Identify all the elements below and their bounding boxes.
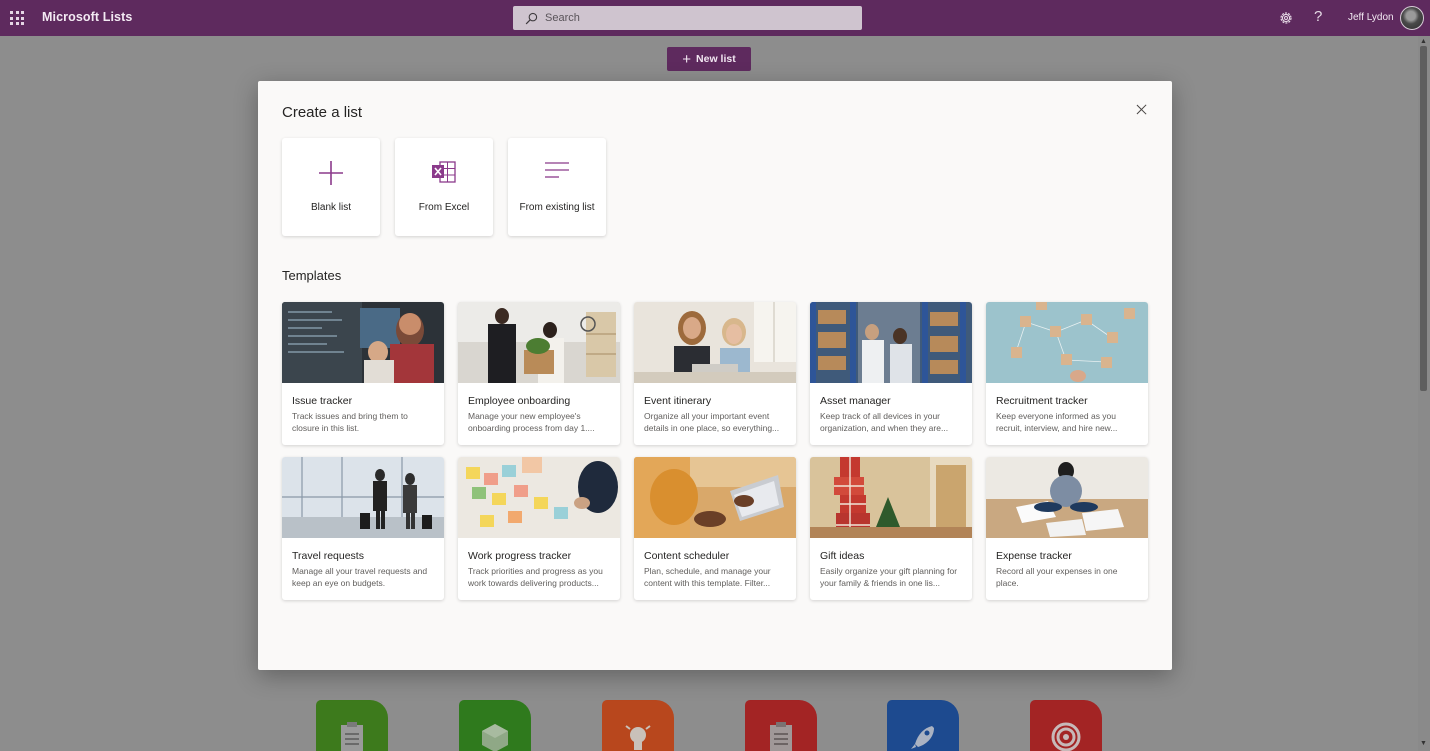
template-name: Recruitment tracker <box>996 395 1088 407</box>
search-icon <box>525 12 538 24</box>
template-card-recruitment-tracker[interactable]: Recruitment tracker Keep everyone inform… <box>986 302 1148 445</box>
avatar[interactable] <box>1400 6 1424 30</box>
template-image <box>458 457 620 538</box>
blank-list-label: Blank list <box>310 202 351 213</box>
new-list-label: New list <box>696 53 736 65</box>
template-image <box>634 302 796 383</box>
scroll-up-arrow-icon[interactable]: ▲ <box>1420 38 1427 45</box>
template-card-employee-onboarding[interactable]: Employee onboarding Manage your new empl… <box>458 302 620 445</box>
dialog-title: Create a list <box>282 104 363 121</box>
template-image <box>810 302 972 383</box>
template-name: Travel requests <box>292 550 364 562</box>
template-description: Easily organize your gift planning for y… <box>820 566 958 588</box>
template-image <box>986 457 1148 538</box>
list-app-icon-clipboard-red[interactable] <box>745 700 817 751</box>
app-title[interactable]: Microsoft Lists <box>42 10 132 24</box>
template-image <box>986 302 1148 383</box>
new-list-button[interactable]: + New list <box>667 47 751 71</box>
template-name: Issue tracker <box>292 395 353 407</box>
template-name: Work progress tracker <box>468 550 572 562</box>
template-card-asset-manager[interactable]: Asset manager Keep track of all devices … <box>810 302 972 445</box>
help-icon[interactable]: ? <box>1314 8 1322 25</box>
template-image <box>282 457 444 538</box>
from-excel-label: From Excel <box>418 202 470 213</box>
template-card-travel-requests[interactable]: Travel requests Manage all your travel r… <box>282 457 444 600</box>
create-list-dialog: Create a list Blank list From Excel From… <box>258 81 1172 670</box>
template-description: Organize all your important event detail… <box>644 411 780 433</box>
from-existing-list-button[interactable]: From existing list <box>508 138 606 236</box>
list-app-icon-lightbulb-orange[interactable] <box>602 700 674 751</box>
template-card-issue-tracker[interactable]: Issue tracker Track issues and bring the… <box>282 302 444 445</box>
template-description: Manage all your travel requests and keep… <box>292 566 428 588</box>
template-description: Plan, schedule, and manage your content … <box>644 566 771 588</box>
list-lines-icon <box>545 162 569 178</box>
template-image <box>810 457 972 538</box>
template-name: Asset manager <box>820 395 891 407</box>
template-card-expense-tracker[interactable]: Expense tracker Record all your expenses… <box>986 457 1148 600</box>
template-description: Record all your expenses in one place. <box>996 566 1118 588</box>
list-app-icon-cube-green[interactable] <box>459 700 531 751</box>
scroll-down-arrow-icon[interactable]: ▼ <box>1420 740 1427 747</box>
template-card-event-itinerary[interactable]: Event itinerary Organize all your import… <box>634 302 796 445</box>
template-name: Content scheduler <box>644 550 730 562</box>
excel-icon <box>432 161 456 183</box>
template-image <box>282 302 444 383</box>
plus-icon: + <box>682 50 692 68</box>
template-description: Keep track of all devices in your organi… <box>820 411 949 433</box>
gear-icon[interactable] <box>1278 10 1294 26</box>
search-box[interactable] <box>513 6 862 30</box>
template-description: Track priorities and progress as you wor… <box>468 566 603 588</box>
template-description: Keep everyone informed as you recruit, i… <box>996 411 1118 433</box>
plus-icon <box>319 161 343 185</box>
templates-heading: Templates <box>282 268 342 283</box>
template-image <box>458 302 620 383</box>
template-image <box>634 457 796 538</box>
blank-list-button[interactable]: Blank list <box>282 138 380 236</box>
from-excel-button[interactable]: From Excel <box>395 138 493 236</box>
list-app-icon-rocket-blue[interactable] <box>887 700 959 751</box>
scrollbar-thumb[interactable] <box>1420 46 1427 391</box>
search-input[interactable] <box>545 12 845 24</box>
app-launcher-icon[interactable] <box>10 11 24 25</box>
list-app-icon-clipboard-green[interactable] <box>316 700 388 751</box>
list-app-icon-target-red[interactable] <box>1030 700 1102 751</box>
template-description: Manage your new employee's onboarding pr… <box>468 411 595 433</box>
suite-bar: Microsoft Lists ? Jeff Lydon <box>0 0 1430 36</box>
template-name: Gift ideas <box>820 550 865 562</box>
template-card-gift-ideas[interactable]: Gift ideas Easily organize your gift pla… <box>810 457 972 600</box>
template-name: Event itinerary <box>644 395 712 407</box>
close-icon[interactable] <box>1135 103 1149 117</box>
template-name: Employee onboarding <box>468 395 571 407</box>
from-existing-list-label: From existing list <box>519 202 595 213</box>
template-card-content-scheduler[interactable]: Content scheduler Plan, schedule, and ma… <box>634 457 796 600</box>
template-name: Expense tracker <box>996 550 1072 562</box>
template-description: Track issues and bring them to closure i… <box>292 411 408 433</box>
user-name[interactable]: Jeff Lydon <box>1348 12 1394 23</box>
template-card-work-progress-tracker[interactable]: Work progress tracker Track priorities a… <box>458 457 620 600</box>
